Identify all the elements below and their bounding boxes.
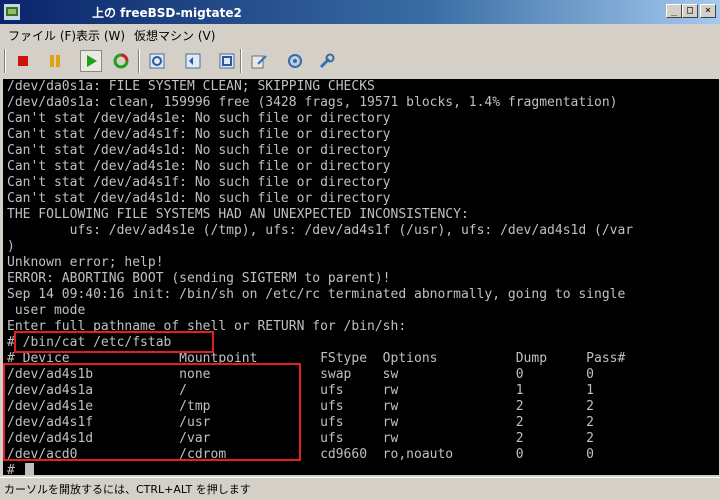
console-line: Unknown error; help! <box>7 255 164 270</box>
console-line: Can't stat /dev/ad4s1f: No such file or … <box>7 175 391 190</box>
manage-snapshots-icon <box>219 53 235 69</box>
pause-icon <box>50 55 60 67</box>
console-line: ufs: /dev/ad4s1e (/tmp), ufs: /dev/ad4s1… <box>7 223 634 238</box>
command-highlight-box <box>14 331 214 353</box>
console-line: /dev/da0s1a: FILE SYSTEM CLEAN; SKIPPING… <box>7 79 375 94</box>
console-line: /dev/da0s1a: clean, 159996 free (3428 fr… <box>7 95 618 110</box>
shell-prompt: # <box>7 463 15 475</box>
menu-view[interactable]: 表示 (W) <box>76 27 125 44</box>
console-line: Can't stat /dev/ad4s1e: No such file or … <box>7 159 391 174</box>
status-text: カーソルを開放するには、CTRL+ALT を押します <box>4 483 251 496</box>
status-bar: カーソルを開放するには、CTRL+ALT を押します <box>0 477 720 500</box>
play-button[interactable] <box>80 50 102 72</box>
play-icon <box>87 55 97 67</box>
console-line: user mode <box>7 303 86 318</box>
console-line: Can't stat /dev/ad4s1e: No such file or … <box>7 111 391 126</box>
edit-settings-button[interactable] <box>248 50 270 72</box>
console-line: ) <box>7 239 15 254</box>
window-title: 上の freeBSD-migtate2 <box>92 6 242 20</box>
toolbar-grip <box>4 49 6 73</box>
minimize-button[interactable]: _ <box>666 4 682 18</box>
reset-button[interactable] <box>110 50 132 72</box>
menu-bar: ファイル (F) 表示 (W) 仮想マシン (V) <box>0 24 720 45</box>
close-button[interactable]: × <box>700 4 716 18</box>
install-tools-icon <box>319 53 335 69</box>
toolbar-separator <box>240 49 242 73</box>
snapshot-icon <box>149 53 165 69</box>
manage-snapshots-button[interactable] <box>216 50 238 72</box>
console-line: Sep 14 09:40:16 init: /bin/sh on /etc/rc… <box>7 287 626 302</box>
toolbar-separator <box>138 49 140 73</box>
console-line: ERROR: ABORTING BOOT (sending SIGTERM to… <box>7 271 391 286</box>
install-tools-button[interactable] <box>316 50 338 72</box>
console-line: Can't stat /dev/ad4s1f: No such file or … <box>7 127 391 142</box>
connect-device-icon <box>288 54 302 68</box>
console-screen[interactable]: /dev/da0s1a: FILE SYSTEM CLEAN; SKIPPING… <box>3 79 719 475</box>
stop-icon <box>18 56 28 66</box>
text-cursor <box>25 463 34 475</box>
reset-icon <box>113 53 129 69</box>
console-line: Can't stat /dev/ad4s1d: No such file or … <box>7 191 391 206</box>
fstab-highlight-box <box>3 363 301 461</box>
toolbar <box>0 45 720 77</box>
vmware-console-icon <box>4 4 20 20</box>
connect-device-button[interactable] <box>284 50 306 72</box>
stop-button[interactable] <box>12 50 34 72</box>
edit-settings-icon <box>251 55 267 69</box>
console-line: THE FOLLOWING FILE SYSTEMS HAD AN UNEXPE… <box>7 207 469 222</box>
console-line: Can't stat /dev/ad4s1d: No such file or … <box>7 143 391 158</box>
title-bar: 上の freeBSD-migtate2 _ □ × <box>0 0 720 24</box>
pause-button[interactable] <box>44 50 66 72</box>
menu-vm[interactable]: 仮想マシン (V) <box>134 27 215 44</box>
revert-snapshot-icon <box>185 53 201 69</box>
maximize-button[interactable]: □ <box>682 4 698 18</box>
menu-file[interactable]: ファイル (F) <box>8 27 76 44</box>
revert-snapshot-button[interactable] <box>182 50 204 72</box>
snapshot-button[interactable] <box>146 50 168 72</box>
